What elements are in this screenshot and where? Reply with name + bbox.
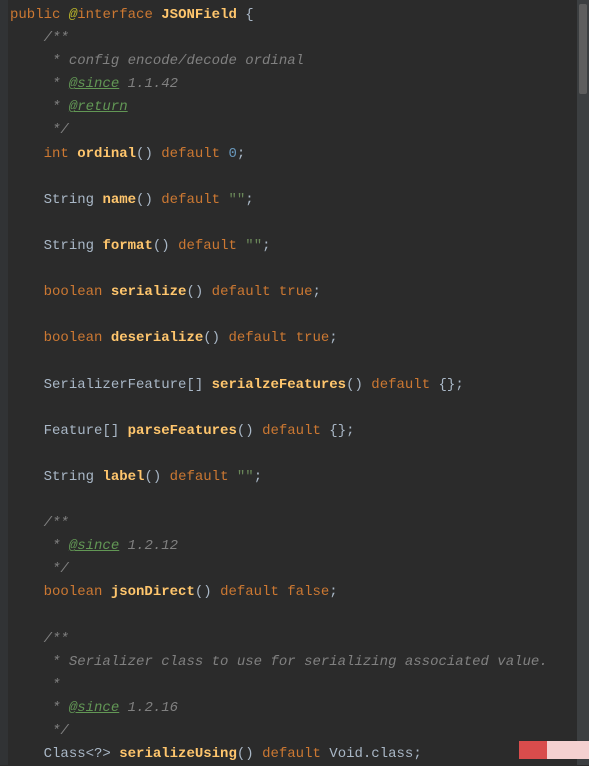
method-label: String label() default ""; <box>44 469 263 485</box>
watermark-overlay <box>519 741 589 759</box>
scrollbar-thumb[interactable] <box>579 4 587 94</box>
doc-close-3: */ <box>44 723 69 739</box>
doc-open: /** <box>44 30 69 46</box>
overlay-red <box>519 741 547 759</box>
doc-close-2: */ <box>44 561 69 577</box>
doc-since: * @since 1.1.42 <box>44 76 178 92</box>
method-serialzeFeatures: SerializerFeature[] serialzeFeatures() d… <box>44 377 464 393</box>
doc-since-2: * @since 1.2.12 <box>44 538 178 554</box>
doc-close: */ <box>44 122 69 138</box>
editor-gutter <box>0 0 8 765</box>
line-1: public @interface JSONField { <box>10 7 254 23</box>
doc-open-2: /** <box>44 515 69 531</box>
doc-star: * <box>44 677 61 693</box>
method-parseFeatures: Feature[] parseFeatures() default {}; <box>44 423 355 439</box>
vertical-scrollbar[interactable] <box>577 0 589 765</box>
method-serialize: boolean serialize() default true; <box>44 284 321 300</box>
method-serializeUsing: Class<?> serializeUsing() default Void.c… <box>44 746 422 762</box>
doc-return: * @return <box>44 99 128 115</box>
method-deserialize: boolean deserialize() default true; <box>44 330 338 346</box>
doc-open-3: /** <box>44 631 69 647</box>
code-editor[interactable]: public @interface JSONField { /** * conf… <box>0 4 589 766</box>
method-name: String name() default ""; <box>44 192 254 208</box>
doc-since-3: * @since 1.2.16 <box>44 700 178 716</box>
method-jsonDirect: boolean jsonDirect() default false; <box>44 584 338 600</box>
method-ordinal: int ordinal() default 0; <box>44 146 246 162</box>
method-format: String format() default ""; <box>44 238 271 254</box>
doc-line: * config encode/decode ordinal <box>44 53 304 69</box>
doc-line-3: * Serializer class to use for serializin… <box>44 654 548 670</box>
overlay-pink <box>547 741 589 759</box>
